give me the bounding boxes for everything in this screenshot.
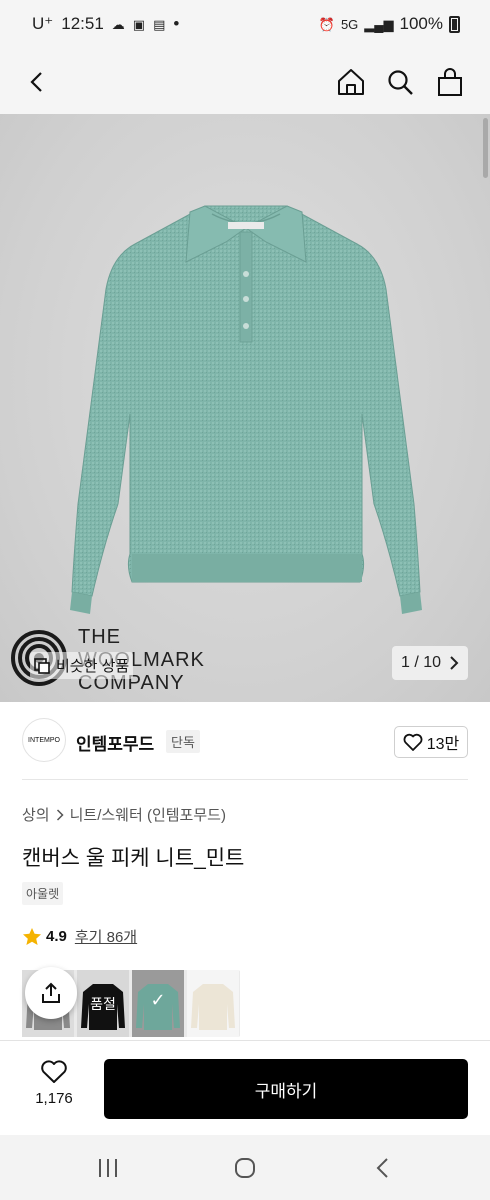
exclusive-badge: 단독 [166,730,200,753]
battery-percent: 100% [399,14,443,33]
status-right: ⏰ 5G ▂▄▆ 100% [319,14,460,34]
divider [22,779,468,780]
top-nav [0,52,490,114]
carrier-label: U⁺ [32,14,54,33]
home-system-button[interactable] [225,1153,265,1183]
brand-logo[interactable]: INTEMPO [22,718,66,762]
color-option-cream[interactable] [187,970,239,1037]
rating-row: 4.9 후기 86개 [22,926,137,947]
brand-name[interactable]: 인템포무드 [76,730,154,755]
sold-out-label: 품절 [90,996,116,1012]
wishlist-button[interactable]: 1,176 [24,1059,84,1123]
product-title: 캔버스 울 피케 니트_민트 [22,847,245,870]
brand-like-count: 13만 [426,736,460,753]
home-circle-icon [235,1158,255,1178]
color-option-black[interactable]: 품절 [77,970,129,1037]
brand-like-button[interactable]: 13만 [394,726,468,758]
gallery-icon: ▣ [132,16,146,32]
chevron-right-icon [56,808,64,821]
back-system-icon [376,1158,388,1178]
search-button[interactable] [380,62,420,102]
cart-button[interactable] [430,62,470,102]
buy-button[interactable]: 구매하기 [104,1059,468,1119]
similar-icon [34,657,50,674]
color-option-thumbnail [191,984,235,1030]
similar-products-button[interactable]: 비슷한 상품 [30,652,134,679]
home-button[interactable] [331,62,371,102]
system-nav-bar [0,1135,490,1200]
breadcrumb-item-knit[interactable]: 니트/스웨터 (인템포무드) [70,804,226,825]
weather-icon: ☁ [111,16,125,32]
star-icon [23,928,41,945]
home-icon [338,69,364,95]
brand-logo-text: INTEMPO [28,736,60,744]
heart-icon [403,733,423,751]
rating-score: 4.9 [46,928,67,945]
share-button[interactable] [25,967,77,1019]
similar-products-label: 비슷한 상품 [56,658,130,675]
color-option-mint[interactable]: ✓ [132,970,184,1037]
product-image-carousel[interactable]: THE WOOLMARK COMPANY 비슷한 상품 1 / 10 [0,114,490,702]
check-icon: ✓ [150,990,166,1010]
alarm-icon: ⏰ [318,16,335,32]
back-button[interactable] [18,62,58,102]
recent-apps-icon [99,1159,117,1177]
battery-icon [449,15,460,33]
breadcrumb-item-top[interactable]: 상의 [22,804,50,825]
network-type-label: 5G [340,16,359,32]
more-notifications-dot: • [173,14,180,33]
status-bar: U⁺ 12:51 ☁ ▣ ▤ • ⏰ 5G ▂▄▆ 100% [0,0,490,52]
brand-row: INTEMPO 인템포무드 단독 13만 [0,702,490,780]
search-icon [388,70,413,95]
page-indicator-text: 1 / 10 [400,654,442,671]
share-icon [42,982,60,1003]
signal-icon: ▂▄▆ [364,16,394,32]
status-left: U⁺ 12:51 ☁ ▣ ▤ • [32,14,179,34]
chevron-right-icon [450,656,459,670]
wishlist-count: 1,176 [35,1090,73,1107]
outlet-tag: 아울렛 [22,882,64,905]
clock: 12:51 [61,14,104,33]
app-notification-icon: ▤ [153,16,166,32]
back-system-button[interactable] [362,1153,402,1183]
woolmark-line-1: THE [78,626,121,648]
recent-apps-button[interactable] [88,1153,128,1183]
back-icon [30,72,42,92]
image-page-indicator[interactable]: 1 / 10 [392,646,468,680]
product-image-sweater [70,205,422,614]
shopping-bag-icon [438,68,462,96]
heart-icon [41,1060,67,1083]
review-count-link[interactable]: 후기 86개 [75,926,137,947]
breadcrumb: 상의 니트/스웨터 (인템포무드) [22,804,226,825]
bottom-action-bar: 1,176 구매하기 [0,1040,490,1135]
